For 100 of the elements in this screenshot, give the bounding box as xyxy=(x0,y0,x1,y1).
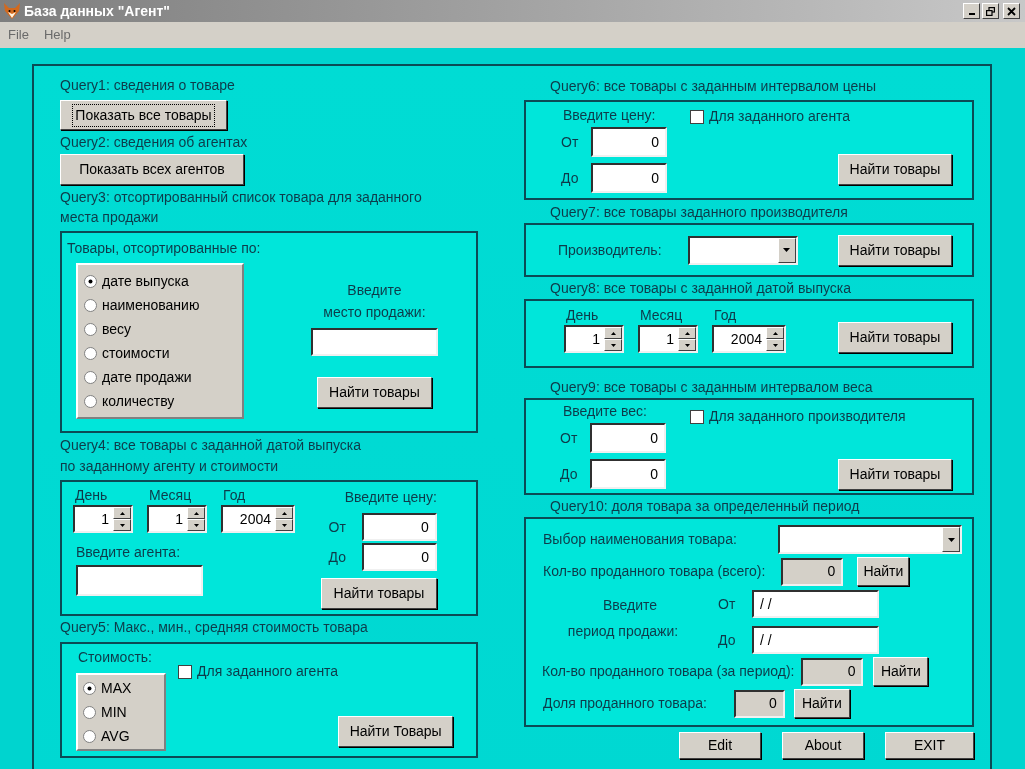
button[interactable]: Найти товары xyxy=(838,154,952,185)
checkbox[interactable]: Для заданного производителя xyxy=(690,406,952,427)
spin-up-button[interactable] xyxy=(678,327,696,339)
button[interactable]: Найти товары xyxy=(838,322,952,353)
dropdown-field[interactable] xyxy=(778,525,962,554)
close-icon xyxy=(1007,6,1016,16)
menu-item[interactable]: File xyxy=(8,25,29,45)
fox-icon xyxy=(3,3,21,19)
spin-field[interactable]: 1 xyxy=(147,505,207,533)
spin-down-button[interactable] xyxy=(678,339,696,351)
query-title: Query8: все товары с заданной датой выпуска xyxy=(550,279,853,298)
label: До xyxy=(328,547,346,567)
button[interactable]: Найти товары xyxy=(316,377,432,408)
input-field[interactable]: 0 xyxy=(362,543,437,571)
label: Выбор наименования товара: xyxy=(543,530,737,549)
spin-down-button[interactable] xyxy=(275,519,293,531)
button[interactable]: EXIT xyxy=(885,732,974,759)
button[interactable]: Найти xyxy=(793,689,850,718)
button[interactable]: Edit xyxy=(679,732,761,759)
spin-down-button[interactable] xyxy=(604,339,622,351)
down-arrow-icon xyxy=(684,343,690,347)
input-field[interactable]: / / xyxy=(752,626,879,654)
radio-button[interactable]: весу xyxy=(84,317,242,341)
dropdown-button[interactable] xyxy=(777,237,796,263)
input-field[interactable]: 0 xyxy=(733,689,785,718)
label: Месяц xyxy=(148,486,192,505)
label: До xyxy=(718,630,737,650)
spin-field[interactable]: 1 xyxy=(73,505,133,533)
input-field[interactable]: 0 xyxy=(590,423,666,453)
button[interactable]: Найти xyxy=(873,657,929,686)
query-title: Query7: все товары заданного производителя xyxy=(550,203,849,222)
button[interactable]: Найти xyxy=(857,557,910,586)
button[interactable]: Показать все товары xyxy=(60,100,227,130)
label: От xyxy=(718,594,737,614)
radio-button[interactable]: стоимости xyxy=(84,341,242,365)
spin-up-button[interactable] xyxy=(604,327,622,339)
down-arrow-icon xyxy=(947,537,955,542)
down-arrow-icon xyxy=(610,343,616,347)
input-field[interactable]: 0 xyxy=(590,459,666,489)
button[interactable]: Найти товары xyxy=(838,234,952,266)
radio-button[interactable]: дате выпуска xyxy=(84,269,242,293)
spin-field[interactable]: 2004 xyxy=(221,505,295,533)
spin-field[interactable]: 1 xyxy=(564,325,624,353)
checkbox[interactable]: Для заданного агента xyxy=(690,106,952,127)
spin-down-button[interactable] xyxy=(187,519,205,531)
radio-button[interactable]: MIN xyxy=(83,700,164,724)
spin-field[interactable]: 2004 xyxy=(712,325,786,353)
minimize-button[interactable] xyxy=(963,3,980,19)
spin-down-button[interactable] xyxy=(766,339,784,351)
label: место продажи: xyxy=(323,303,426,322)
close-button[interactable] xyxy=(1003,3,1020,19)
label: Месяц xyxy=(639,306,683,325)
radio-button[interactable]: MAX xyxy=(83,676,164,700)
label: До xyxy=(560,464,579,484)
restore-icon xyxy=(986,6,995,16)
input-field[interactable]: / / xyxy=(752,590,879,618)
label: Введите цену: xyxy=(563,106,657,125)
query-title: Query4: все товары с заданной датой выпуска xyxy=(60,436,363,455)
spin-down-button[interactable] xyxy=(113,519,131,531)
label: День xyxy=(565,306,599,325)
label: Доля проданного товара: xyxy=(543,694,707,713)
checkbox[interactable]: Для заданного агента xyxy=(178,661,339,682)
spin-field[interactable]: 1 xyxy=(638,325,698,353)
radio-button[interactable]: количеству xyxy=(84,389,242,413)
radio-button[interactable]: дате продажи xyxy=(84,365,242,389)
label: До xyxy=(561,168,580,188)
input-field[interactable]: 0 xyxy=(361,513,437,541)
input-field[interactable]: 0 xyxy=(591,127,667,157)
input-field[interactable]: 0 xyxy=(781,557,844,586)
dropdown-button[interactable] xyxy=(942,527,960,552)
query-title: Query5: Макс., мин., средняя стоимость товара xyxy=(60,618,369,637)
label: От xyxy=(328,517,346,537)
window-title: База данных "Агент" xyxy=(24,1,170,21)
label: Товары, отсортированные по: xyxy=(67,239,261,257)
query-title: Query3: отсортированный список товара для заданного места продажи xyxy=(60,188,423,227)
spin-up-button[interactable] xyxy=(113,507,131,519)
up-arrow-icon xyxy=(684,331,690,335)
down-arrow-icon xyxy=(772,343,778,347)
restore-button[interactable] xyxy=(982,3,999,19)
label: От xyxy=(561,132,580,152)
button[interactable]: Показать всех агентов xyxy=(60,154,244,185)
spin-up-button[interactable] xyxy=(766,327,784,339)
spin-up-button[interactable] xyxy=(275,507,293,519)
radio-button[interactable]: AVG xyxy=(83,724,164,748)
input-field[interactable]: 0 xyxy=(801,657,864,686)
radio-button[interactable]: наименованию xyxy=(84,293,242,317)
input-field[interactable]: 0 xyxy=(591,163,667,193)
spin-up-button[interactable] xyxy=(187,507,205,519)
menu-item[interactable]: Help xyxy=(43,25,71,45)
button[interactable]: Найти Товары xyxy=(338,716,454,747)
label: Стоимость: xyxy=(78,648,153,666)
down-arrow-icon xyxy=(193,523,199,527)
input-field[interactable] xyxy=(76,565,203,596)
button[interactable]: Найти товары xyxy=(838,459,952,490)
input-field[interactable] xyxy=(310,328,438,356)
up-arrow-icon xyxy=(610,331,616,335)
button[interactable]: Найти товары xyxy=(321,578,437,609)
button[interactable]: About xyxy=(782,732,864,759)
label: Введите вес: xyxy=(563,402,648,421)
dropdown-field[interactable] xyxy=(687,235,798,265)
